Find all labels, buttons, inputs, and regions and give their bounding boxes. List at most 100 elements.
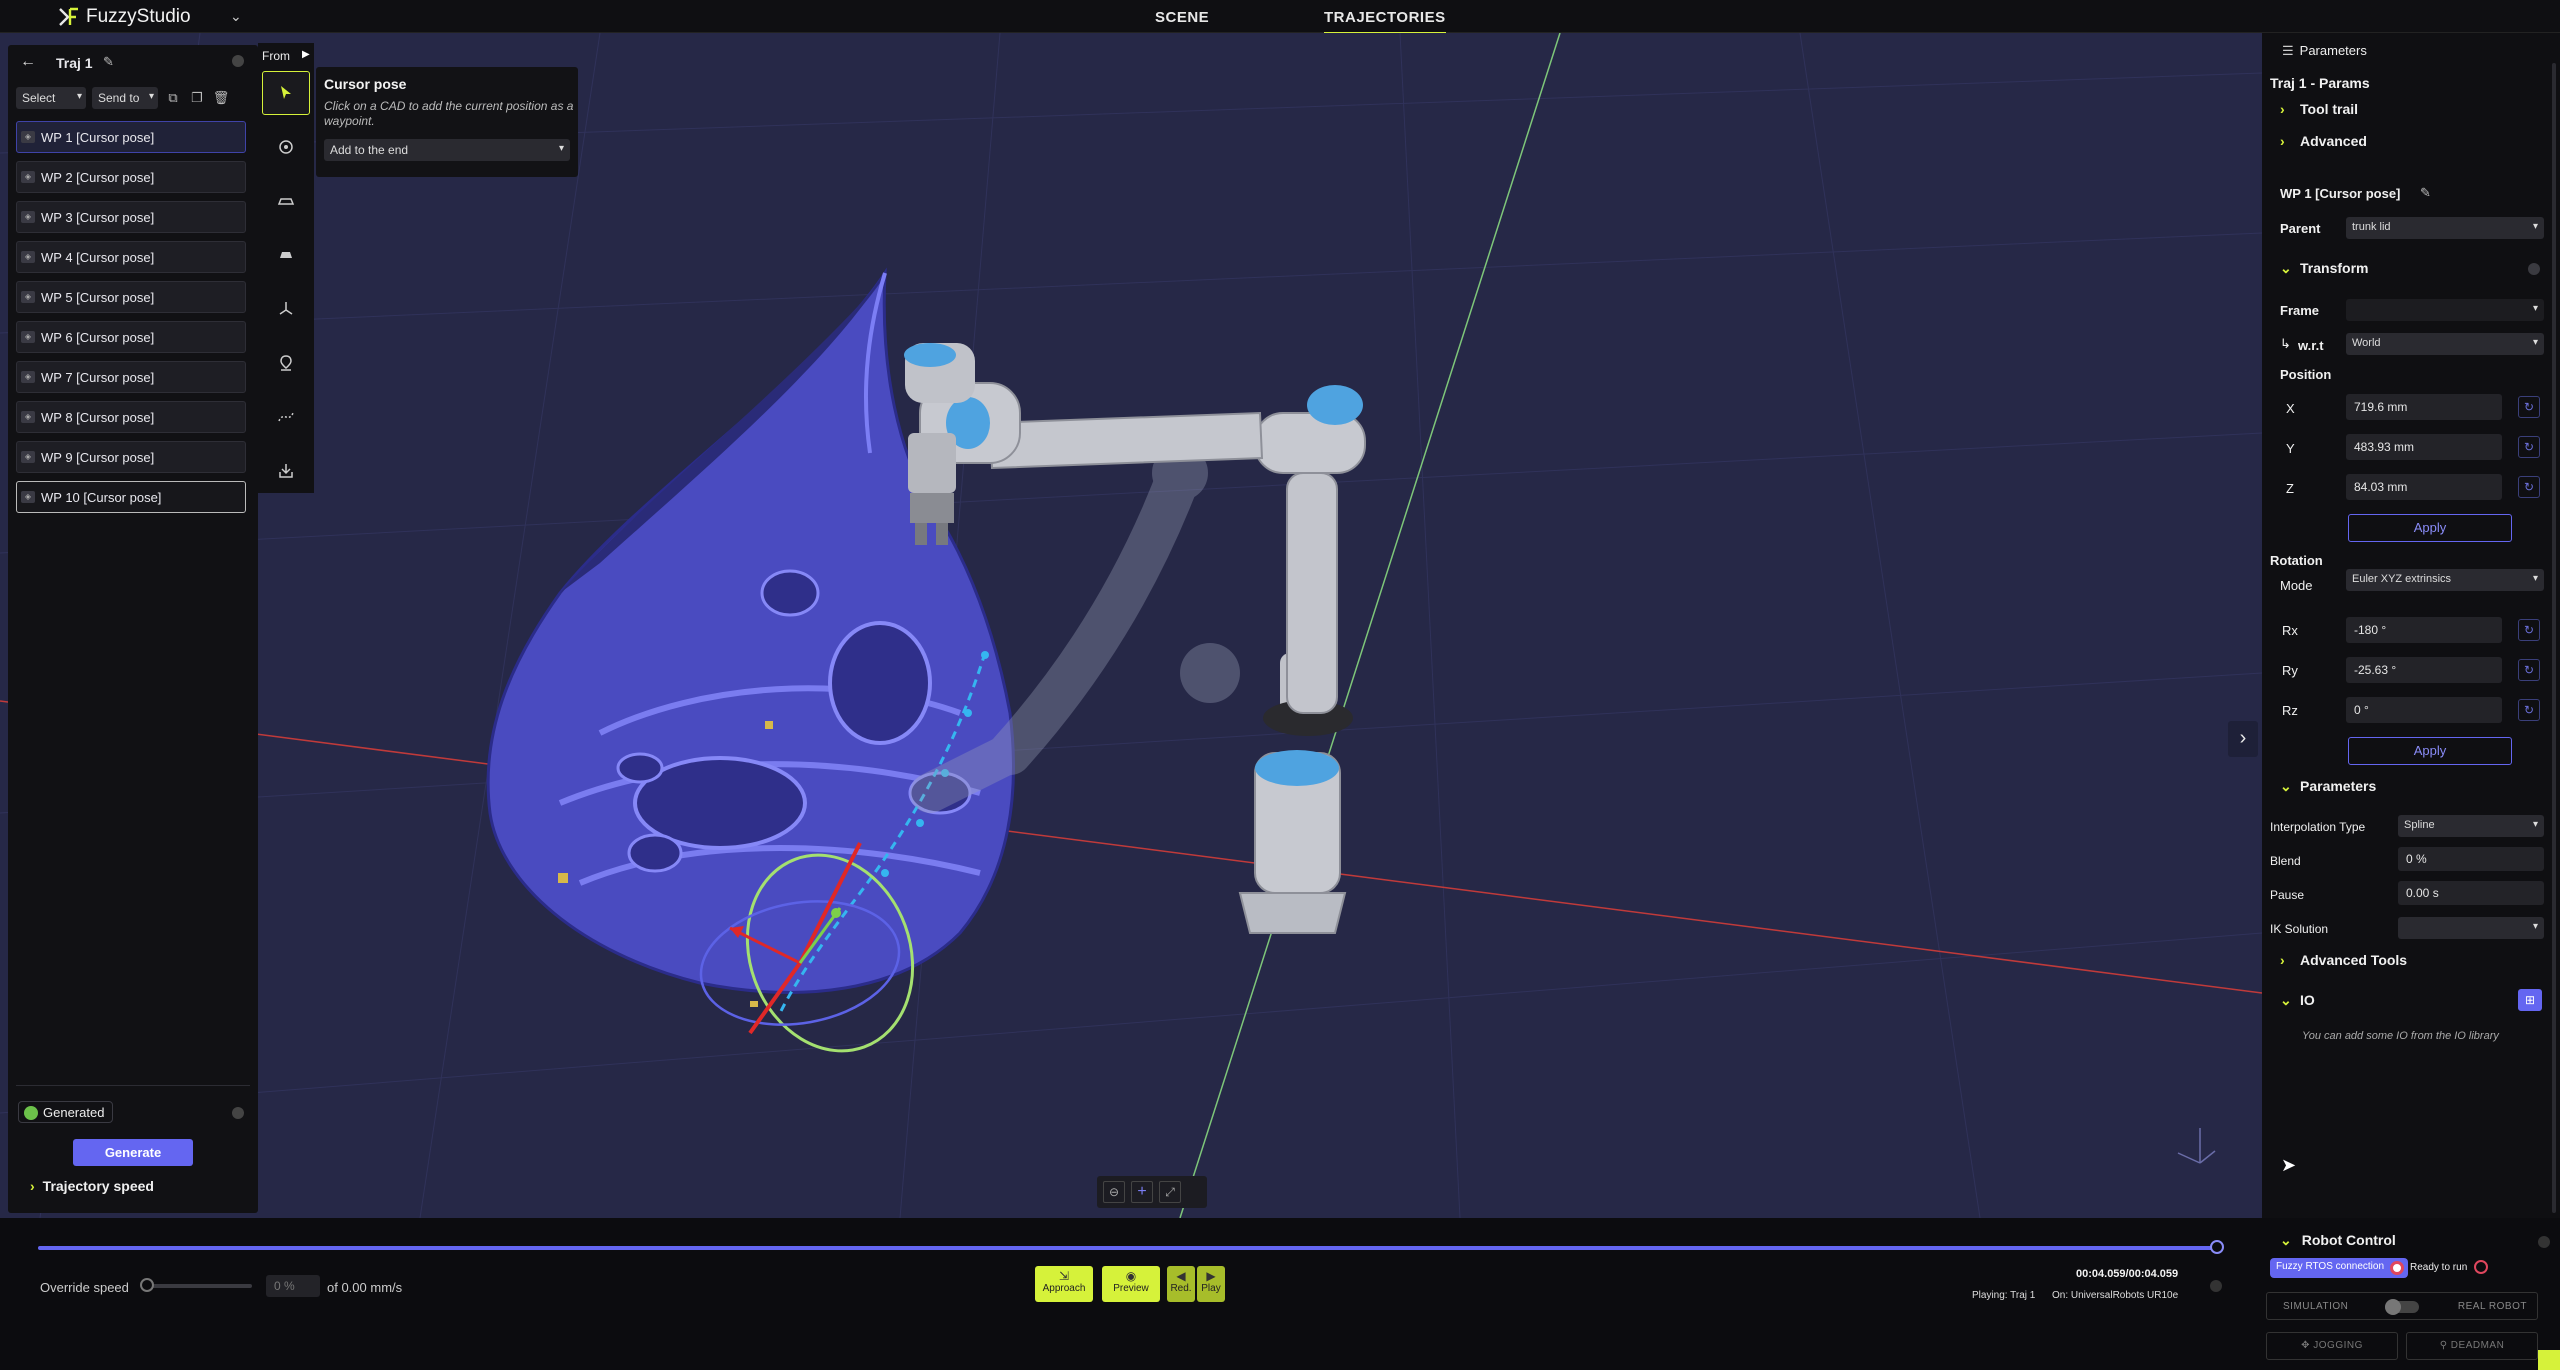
- info-icon[interactable]: [232, 55, 244, 67]
- tab-scene[interactable]: SCENE: [1155, 9, 1209, 26]
- parameters-tab[interactable]: ☰ Parameters: [2282, 43, 2367, 59]
- deadman-button[interactable]: ⚲ DEADMAN: [2406, 1332, 2538, 1360]
- plane-tool[interactable]: [262, 179, 310, 223]
- reset-y-icon[interactable]: ↻: [2518, 436, 2540, 458]
- frame-select[interactable]: ▾: [2346, 299, 2544, 321]
- advanced-section[interactable]: › Advanced: [2280, 133, 2367, 149]
- location-tool[interactable]: [262, 341, 310, 385]
- rx-input[interactable]: -180 °: [2346, 617, 2502, 643]
- reset-x-icon[interactable]: ↻: [2518, 396, 2540, 418]
- trajectory-speed-section[interactable]: › Trajectory speed: [30, 1178, 154, 1194]
- override-speed-input[interactable]: 0 %: [266, 1275, 320, 1297]
- app-logo[interactable]: FuzzyStudio: [58, 6, 191, 28]
- parent-select[interactable]: trunk lid ▾: [2346, 217, 2544, 239]
- info-icon[interactable]: [232, 1107, 244, 1119]
- select-dropdown[interactable]: Select ▾: [16, 87, 86, 109]
- parameters-section[interactable]: ⌄ Parameters: [2280, 778, 2376, 795]
- robot-status: On: UniversalRobots UR10e: [2052, 1290, 2179, 1301]
- play-icon[interactable]: ▶: [302, 49, 310, 60]
- reduced-button[interactable]: ◀ Red.: [1167, 1266, 1195, 1302]
- io-library-icon[interactable]: ⊞: [2518, 989, 2542, 1011]
- copy-icon[interactable]: ⧉: [164, 89, 182, 107]
- info-icon[interactable]: [2538, 1236, 2550, 1248]
- back-arrow-icon[interactable]: ←: [20, 53, 36, 71]
- robot-control-section[interactable]: ⌄ Robot Control: [2280, 1232, 2396, 1249]
- waypoint-item[interactable]: ◈ WP 10 [Cursor pose]: [16, 481, 246, 513]
- apply-position-button[interactable]: Apply: [2348, 514, 2512, 542]
- waypoint-item[interactable]: ◈ WP 3 [Cursor pose]: [16, 201, 246, 233]
- generate-button[interactable]: Generate: [73, 1139, 193, 1166]
- reset-ry-icon[interactable]: ↻: [2518, 659, 2540, 681]
- transform-section[interactable]: ⌄ Transform: [2280, 260, 2368, 277]
- edit-pencil-icon[interactable]: ✎: [103, 54, 114, 70]
- simulation-real-switch[interactable]: SIMULATION REAL ROBOT: [2266, 1292, 2538, 1320]
- rotation-mode-select[interactable]: Euler XYZ extrinsics ▾: [2346, 569, 2544, 591]
- waypoint-item[interactable]: ◈ WP 6 [Cursor pose]: [16, 321, 246, 353]
- apply-rotation-button[interactable]: Apply: [2348, 737, 2512, 765]
- waypoint-type-icon: ◈: [21, 371, 35, 383]
- 3d-viewport[interactable]: ⊖ + ⤢ ›: [0, 33, 2262, 1218]
- scene-canvas[interactable]: [0, 33, 2262, 1218]
- tab-trajectories[interactable]: TRAJECTORIES: [1324, 9, 1446, 34]
- zoom-out-icon[interactable]: ⊖: [1103, 1181, 1125, 1203]
- override-speed-slider[interactable]: [144, 1284, 252, 1288]
- z-input[interactable]: 84.03 mm: [2346, 474, 2502, 500]
- edit-pencil-icon[interactable]: ✎: [2420, 185, 2431, 201]
- cursor-pose-tool[interactable]: [262, 71, 310, 115]
- rz-input[interactable]: 0 °: [2346, 697, 2502, 723]
- advanced-label: Advanced: [2300, 133, 2367, 149]
- waypoint-item[interactable]: ◈ WP 5 [Cursor pose]: [16, 281, 246, 313]
- app-menu-chevron-icon[interactable]: ⌄: [230, 8, 242, 25]
- waypoint-type-icon: ◈: [21, 131, 35, 143]
- ry-input[interactable]: -25.63 °: [2346, 657, 2502, 683]
- ik-solution-select[interactable]: ▾: [2398, 917, 2544, 939]
- add-icon[interactable]: +: [1131, 1181, 1153, 1203]
- io-section[interactable]: ⌄ IO: [2280, 992, 2315, 1009]
- send-to-dropdown[interactable]: Send to ▾: [92, 87, 158, 109]
- import-tool[interactable]: [262, 449, 310, 493]
- target-tool[interactable]: [262, 125, 310, 169]
- jogging-button[interactable]: ✥ JOGGING: [2266, 1332, 2398, 1360]
- insert-position-select[interactable]: Add to the end ▾: [324, 139, 570, 161]
- waypoint-item[interactable]: ◈ WP 2 [Cursor pose]: [16, 161, 246, 193]
- rtos-connection-toggle[interactable]: Fuzzy RTOS connection: [2270, 1258, 2409, 1278]
- parameters-section-label: Parameters: [2300, 778, 2377, 794]
- info-icon[interactable]: [2210, 1280, 2222, 1292]
- surface-tool[interactable]: [262, 233, 310, 277]
- transform-label: Transform: [2300, 260, 2369, 276]
- waypoint-item[interactable]: ◈ WP 9 [Cursor pose]: [16, 441, 246, 473]
- trash-icon[interactable]: 🗑: [212, 89, 230, 107]
- panel-expand-chevron-icon[interactable]: ›: [2228, 721, 2258, 757]
- z-label: Z: [2286, 481, 2294, 496]
- timeline-track[interactable]: [38, 1246, 2218, 1250]
- tool-trail-section[interactable]: › Tool trail: [2280, 101, 2358, 117]
- waypoint-item[interactable]: ◈ WP 4 [Cursor pose]: [16, 241, 246, 273]
- wrt-select[interactable]: World ▾: [2346, 333, 2544, 355]
- waypoint-item[interactable]: ◈ WP 8 [Cursor pose]: [16, 401, 246, 433]
- pause-input[interactable]: 0.00 s: [2398, 881, 2544, 905]
- reset-z-icon[interactable]: ↻: [2518, 476, 2540, 498]
- scrollbar[interactable]: [2552, 63, 2556, 1213]
- path-tool[interactable]: [262, 395, 310, 439]
- frame-tool[interactable]: [262, 287, 310, 331]
- interpolation-select[interactable]: Spline ▾: [2398, 815, 2544, 837]
- approach-button[interactable]: ⇲ Approach: [1035, 1266, 1093, 1302]
- x-input[interactable]: 719.6 mm: [2346, 394, 2502, 420]
- advanced-tools-section[interactable]: › Advanced Tools: [2280, 952, 2407, 968]
- duplicate-icon[interactable]: ❐: [188, 89, 206, 107]
- mode-toggle-knob[interactable]: [2385, 1299, 2401, 1315]
- preview-button[interactable]: ◉ Preview: [1102, 1266, 1160, 1302]
- fuzzy-logo-icon: [59, 7, 78, 26]
- reset-rz-icon[interactable]: ↻: [2518, 699, 2540, 721]
- resize-corner: [2538, 1350, 2560, 1370]
- waypoint-item[interactable]: ◈ WP 1 [Cursor pose]: [16, 121, 246, 153]
- fit-view-icon[interactable]: ⤢: [1159, 1181, 1181, 1203]
- waypoint-item[interactable]: ◈ WP 7 [Cursor pose]: [16, 361, 246, 393]
- override-speed-knob[interactable]: [140, 1278, 154, 1292]
- info-icon[interactable]: [2528, 263, 2540, 275]
- blend-input[interactable]: 0 %: [2398, 847, 2544, 871]
- reset-rx-icon[interactable]: ↻: [2518, 619, 2540, 641]
- timeline-knob[interactable]: [2210, 1240, 2224, 1254]
- y-input[interactable]: 483.93 mm: [2346, 434, 2502, 460]
- play-button[interactable]: ▶ Play: [1197, 1266, 1225, 1302]
